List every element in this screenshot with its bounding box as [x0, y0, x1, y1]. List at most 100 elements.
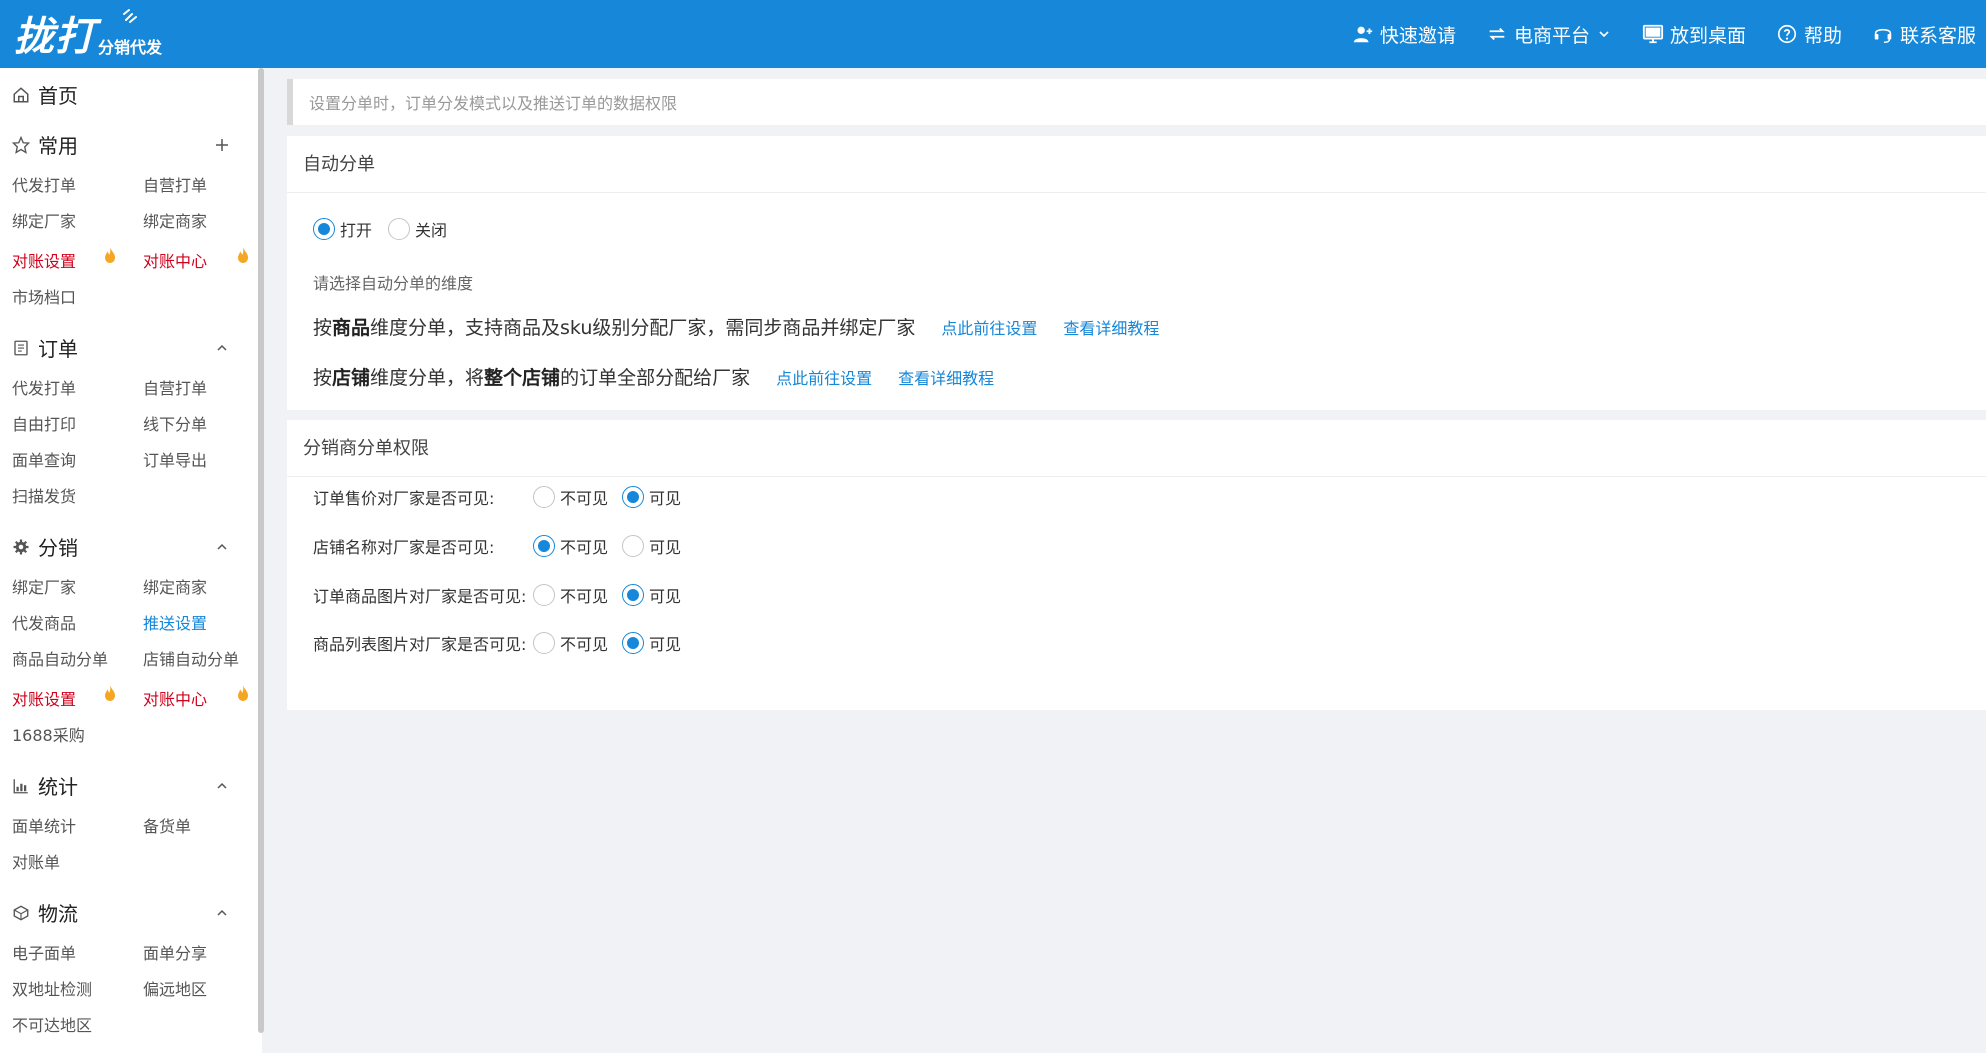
- permission-title: 分销商分单权限: [287, 420, 1986, 477]
- sidebar-link[interactable]: 备货单: [143, 813, 191, 837]
- sidebar-link[interactable]: 自营打单: [143, 172, 207, 196]
- sidebar-link[interactable]: 市场档口: [12, 284, 76, 308]
- sidebar-section-distribution[interactable]: 分销: [12, 532, 238, 561]
- shop-goto-settings-link[interactable]: 点此前往设置: [776, 365, 872, 389]
- chevron-up-icon[interactable]: [214, 905, 230, 921]
- quick-invite-label: 快速邀请: [1379, 24, 1456, 47]
- add-user-icon: [1353, 26, 1373, 43]
- sidebar-link[interactable]: 代发打单: [12, 172, 76, 196]
- auto-split-open-radio[interactable]: [313, 218, 335, 240]
- sidebar-section-logistics[interactable]: 物流: [12, 898, 238, 927]
- fire-icon: [105, 685, 115, 701]
- product-goto-settings-link[interactable]: 点此前往设置: [941, 315, 1037, 339]
- monitor-icon: [1642, 24, 1664, 44]
- dimension-hint: 请选择自动分单的维度: [313, 274, 474, 293]
- sidebar-link[interactable]: 1688采购: [12, 722, 85, 746]
- sidebar-link[interactable]: 面单分享: [143, 940, 207, 964]
- invisible-radio[interactable]: [533, 584, 555, 606]
- logo-sub-text: 分销代发: [98, 38, 163, 57]
- auto-split-title: 自动分单: [287, 136, 1986, 193]
- invisible-radio[interactable]: [533, 535, 555, 557]
- home-icon: [13, 86, 29, 102]
- sidebar-link-active[interactable]: 推送设置: [143, 610, 207, 634]
- sidebar-link-hot[interactable]: 对账设置: [12, 248, 76, 272]
- section-stats-title: 统计: [38, 775, 78, 799]
- sidebar-link[interactable]: 自营打单: [143, 375, 207, 399]
- sidebar-link[interactable]: 绑定商家: [143, 208, 207, 232]
- app-logo[interactable]: 拢打 分销代发: [14, 6, 162, 62]
- auto-split-open-label: 打开: [340, 221, 373, 240]
- sidebar-link[interactable]: 绑定厂家: [12, 574, 76, 598]
- info-tip-text: 设置分单时，订单分发模式以及推送订单的数据权限: [309, 94, 678, 113]
- sidebar-link[interactable]: 绑定厂家: [12, 208, 76, 232]
- info-tip: 设置分单时，订单分发模式以及推送订单的数据权限: [287, 79, 1986, 125]
- sidebar-section-stats[interactable]: 统计: [12, 771, 238, 800]
- sidebar-link[interactable]: 店铺自动分单: [143, 646, 239, 670]
- sidebar-link[interactable]: 面单查询: [12, 447, 76, 471]
- permission-label: 店铺名称对厂家是否可见:: [313, 538, 495, 557]
- chevron-up-icon[interactable]: [214, 340, 230, 356]
- sidebar-link[interactable]: 代发打单: [12, 375, 76, 399]
- chevron-up-icon[interactable]: [214, 539, 230, 555]
- document-icon: [14, 340, 28, 355]
- visible-radio[interactable]: [622, 486, 645, 508]
- sidebar-link[interactable]: 不可达地区: [12, 1012, 92, 1036]
- gear-icon: [13, 539, 29, 554]
- headset-icon: [1874, 28, 1892, 43]
- contact-service-button[interactable]: 联系客服: [1872, 21, 1976, 48]
- dimension-shop-row: 按店铺维度分单，将整个店铺的订单全部分配给厂家 点此前往设置 查看详细教程: [313, 363, 994, 390]
- sidebar-link[interactable]: 绑定商家: [143, 574, 207, 598]
- visible-radio[interactable]: [622, 632, 645, 654]
- sidebar-link[interactable]: 扫描发货: [12, 483, 76, 507]
- permission-row: 订单售价对厂家是否可见: 不可见 可见: [313, 485, 681, 509]
- sidebar: 首页 常用 代发打单 自营打单 绑定厂家 绑定商家 对账设置 对账中心 市场档口…: [0, 68, 262, 1053]
- sidebar-link[interactable]: 双地址检测: [12, 976, 92, 1000]
- sidebar-link-hot[interactable]: 对账中心: [143, 248, 207, 272]
- shop-tutorial-link[interactable]: 查看详细教程: [898, 365, 994, 389]
- auto-split-close-radio[interactable]: [388, 218, 411, 240]
- sidebar-link[interactable]: 订单导出: [143, 447, 207, 471]
- sidebar-link[interactable]: 商品自动分单: [12, 646, 108, 670]
- chevron-down-icon: [1599, 31, 1609, 38]
- permission-label: 商品列表图片对厂家是否可见:: [313, 635, 527, 654]
- sidebar-link[interactable]: 代发商品: [12, 610, 76, 634]
- visible-radio[interactable]: [622, 535, 645, 557]
- bar-chart-icon: [13, 778, 28, 793]
- visible-label: 可见: [649, 635, 682, 654]
- sidebar-link-hot[interactable]: 对账中心: [143, 686, 207, 710]
- sidebar-link-hot[interactable]: 对账设置: [12, 686, 76, 710]
- sidebar-scrollbar[interactable]: [258, 68, 264, 1033]
- sidebar-link[interactable]: 对账单: [12, 849, 60, 873]
- help-button[interactable]: 帮助: [1776, 21, 1842, 48]
- sidebar-item-home[interactable]: 首页: [12, 80, 238, 109]
- help-label: 帮助: [1803, 24, 1842, 47]
- section-common-title: 常用: [38, 134, 78, 158]
- sidebar-link[interactable]: 偏远地区: [143, 976, 207, 1000]
- product-tutorial-link[interactable]: 查看详细教程: [1063, 315, 1159, 339]
- invisible-radio[interactable]: [533, 632, 555, 654]
- sidebar-link[interactable]: 电子面单: [12, 940, 76, 964]
- fire-icon: [105, 247, 115, 263]
- invisible-label: 不可见: [560, 538, 609, 557]
- sidebar-section-order[interactable]: 订单: [12, 333, 238, 362]
- sidebar-section-common[interactable]: 常用: [12, 130, 238, 159]
- quick-invite-button[interactable]: 快速邀请: [1352, 21, 1456, 48]
- ecommerce-platform-dropdown[interactable]: 电商平台: [1486, 21, 1612, 48]
- add-to-desktop-button[interactable]: 放到桌面: [1642, 21, 1746, 48]
- ecommerce-platform-label: 电商平台: [1513, 24, 1590, 47]
- section-order-title: 订单: [38, 337, 78, 361]
- sidebar-link[interactable]: 面单统计: [12, 813, 76, 837]
- section-distribution-title: 分销: [38, 536, 78, 560]
- sidebar-link[interactable]: 自由打印: [12, 411, 76, 435]
- visible-radio[interactable]: [622, 584, 645, 606]
- fire-icon: [238, 685, 248, 701]
- dimension-product-text: 按商品维度分单，支持商品及sku级别分配厂家，需同步商品并绑定厂家: [313, 317, 916, 339]
- sidebar-link[interactable]: 线下分单: [143, 411, 207, 435]
- add-icon[interactable]: [214, 137, 230, 153]
- invisible-label: 不可见: [560, 489, 609, 508]
- package-icon: [13, 904, 29, 921]
- invisible-label: 不可见: [560, 587, 609, 606]
- invisible-radio[interactable]: [533, 486, 555, 508]
- permission-label: 订单售价对厂家是否可见:: [313, 489, 495, 508]
- chevron-up-icon[interactable]: [214, 778, 230, 794]
